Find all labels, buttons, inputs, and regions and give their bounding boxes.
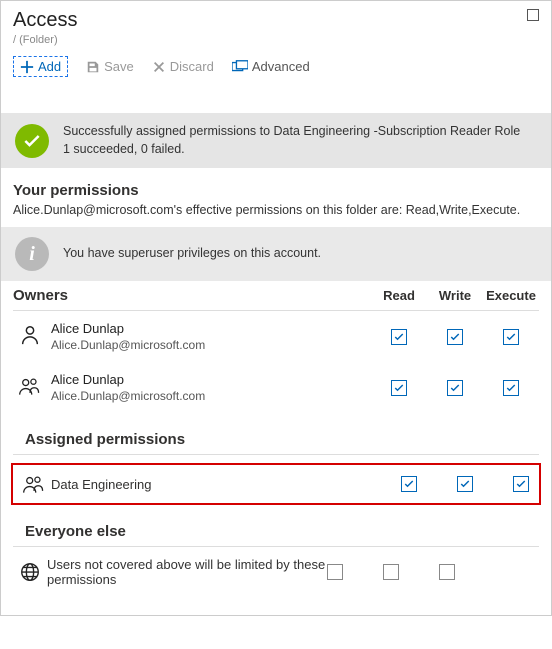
execute-checkbox[interactable]: [513, 476, 529, 492]
owner-name: Alice Dunlap: [51, 321, 367, 336]
your-permissions-title: Your permissions: [1, 168, 551, 203]
advanced-label: Advanced: [252, 59, 310, 74]
discard-icon: [152, 60, 166, 74]
success-text-2: 1 succeeded, 0 failed.: [63, 141, 520, 159]
read-checkbox[interactable]: [401, 476, 417, 492]
assigned-name: Data Engineering: [51, 477, 401, 492]
group-icon: [18, 375, 42, 397]
info-icon: i: [15, 237, 49, 271]
breadcrumb: / (Folder): [13, 34, 539, 46]
execute-checkbox[interactable]: [439, 564, 455, 580]
save-label: Save: [104, 59, 134, 74]
write-checkbox[interactable]: [447, 329, 463, 345]
owner-email: Alice.Dunlap@microsoft.com: [51, 338, 367, 352]
write-header: Write: [427, 287, 483, 311]
owner-name: Alice Dunlap: [51, 372, 367, 387]
owners-header: Owners: [13, 287, 371, 311]
maximize-icon[interactable]: [527, 9, 539, 21]
group-icon: [22, 473, 46, 495]
success-banner: Successfully assigned permissions to Dat…: [1, 113, 551, 168]
everyone-title: Everyone else: [13, 505, 539, 547]
save-icon: [86, 60, 100, 74]
your-permissions-desc: Alice.Dunlap@microsoft.com's effective p…: [1, 203, 551, 227]
everyone-desc: Users not covered above will be limited …: [47, 557, 327, 587]
page-title: Access: [13, 9, 539, 32]
table-row: Alice Dunlap Alice.Dunlap@microsoft.com: [13, 311, 539, 363]
owner-email: Alice.Dunlap@microsoft.com: [51, 389, 367, 403]
panel-header: Access / (Folder): [1, 1, 551, 50]
assigned-title: Assigned permissions: [13, 413, 539, 455]
read-checkbox[interactable]: [391, 380, 407, 396]
write-checkbox[interactable]: [383, 564, 399, 580]
advanced-button[interactable]: Advanced: [232, 59, 310, 74]
assigned-row-highlighted: Data Engineering: [11, 463, 541, 505]
discard-button: Discard: [152, 59, 214, 74]
owners-table: Owners Read Write Execute Alice Dunlap A…: [13, 287, 539, 413]
info-banner: i You have superuser privileges on this …: [1, 227, 551, 281]
plus-icon: [20, 60, 34, 74]
advanced-icon: [232, 60, 248, 74]
discard-label: Discard: [170, 59, 214, 74]
person-icon: [19, 324, 41, 346]
info-text: You have superuser privileges on this ac…: [63, 245, 321, 263]
execute-checkbox[interactable]: [503, 380, 519, 396]
execute-header: Execute: [483, 287, 539, 311]
everyone-row: Users not covered above will be limited …: [1, 547, 551, 597]
success-icon: [15, 124, 49, 158]
toolbar: Add Save Discard Advanced: [1, 50, 551, 85]
read-checkbox[interactable]: [391, 329, 407, 345]
access-panel: Access / (Folder) Add Save Discard Advan…: [0, 0, 552, 616]
table-row: Alice Dunlap Alice.Dunlap@microsoft.com: [13, 362, 539, 413]
read-checkbox[interactable]: [327, 564, 343, 580]
add-button[interactable]: Add: [13, 56, 68, 77]
write-checkbox[interactable]: [457, 476, 473, 492]
add-label: Add: [38, 59, 61, 74]
globe-icon: [19, 561, 41, 583]
save-button: Save: [86, 59, 134, 74]
success-text-1: Successfully assigned permissions to Dat…: [63, 123, 520, 141]
execute-checkbox[interactable]: [503, 329, 519, 345]
write-checkbox[interactable]: [447, 380, 463, 396]
read-header: Read: [371, 287, 427, 311]
